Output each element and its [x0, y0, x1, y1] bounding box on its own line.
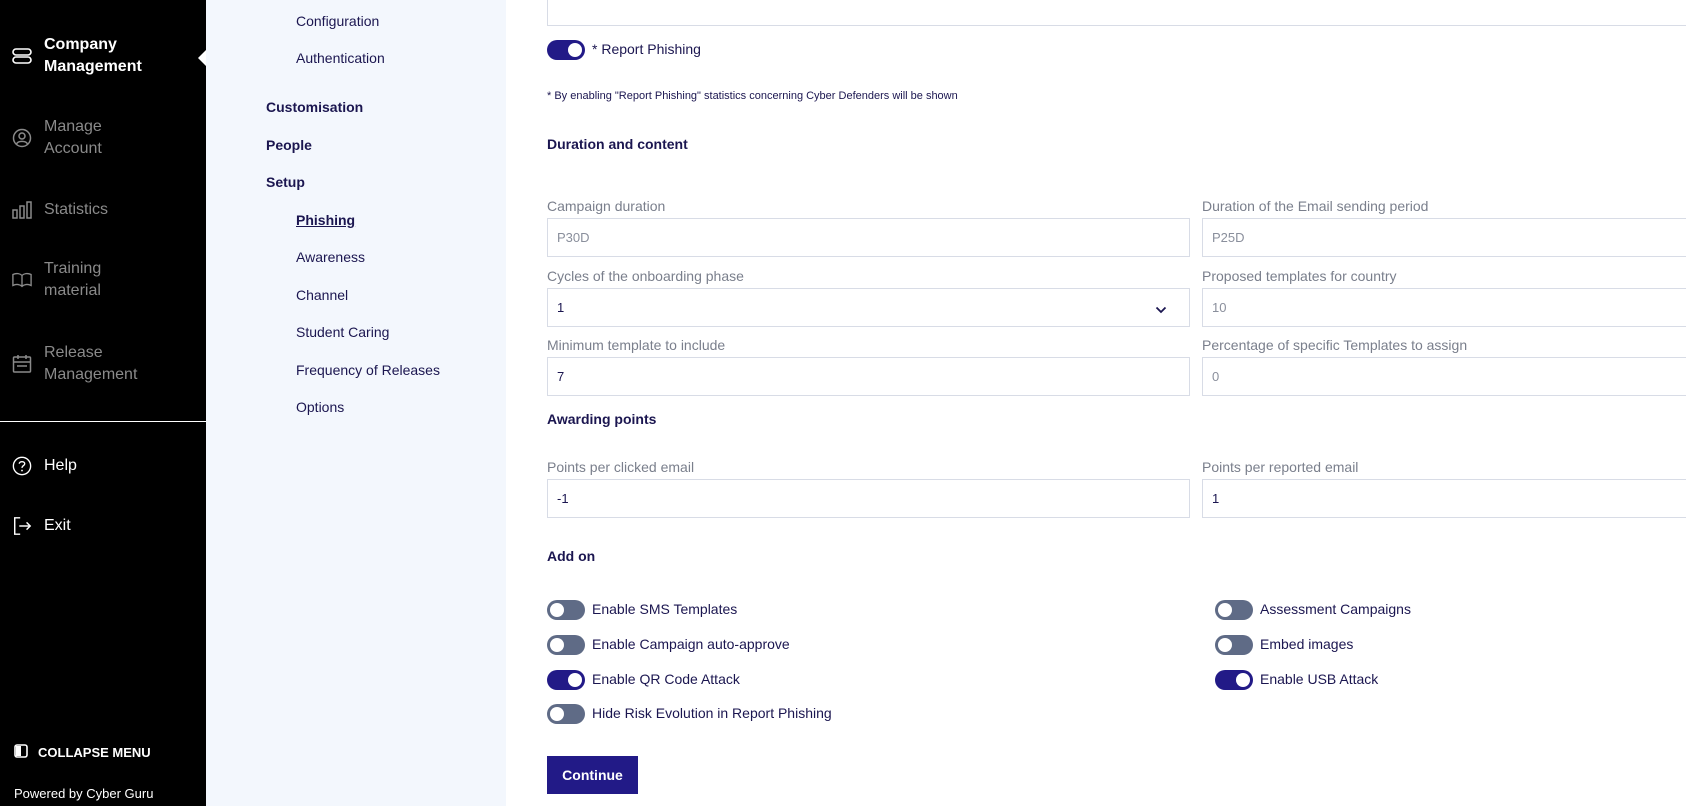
submenu-item-configuration[interactable]: Configuration — [296, 13, 379, 29]
qr-code-attack-label: Enable QR Code Attack — [592, 671, 740, 687]
nav-item-training-material[interactable]: Training material — [0, 258, 206, 302]
usb-attack-toggle[interactable] — [1215, 670, 1253, 690]
book-icon — [12, 270, 32, 290]
awarding-points-title: Awarding points — [547, 411, 657, 427]
report-phishing-note: * By enabling "Report Phishing" statisti… — [547, 90, 958, 102]
submenu-item-awareness[interactable]: Awareness — [296, 249, 365, 265]
nav-divider — [0, 421, 206, 422]
onboarding-cycles-value: 1 — [557, 300, 565, 315]
embed-images-toggle[interactable] — [1215, 635, 1253, 655]
powered-by: Powered by Cyber Guru — [14, 786, 154, 801]
hide-risk-evolution-label: Hide Risk Evolution in Report Phishing — [592, 705, 832, 721]
assessment-campaigns-label: Assessment Campaigns — [1260, 601, 1411, 617]
nav-label: Help — [44, 457, 77, 474]
calendar-icon — [12, 354, 32, 374]
points-clicked-label: Points per clicked email — [547, 459, 695, 475]
nav-item-help[interactable]: Help — [0, 455, 206, 477]
continue-button[interactable]: Continue — [547, 756, 638, 794]
usb-attack-label: Enable USB Attack — [1260, 671, 1379, 687]
email-period-field[interactable]: P25D — [1202, 218, 1686, 257]
campaign-duration-label: Campaign duration — [547, 198, 666, 214]
sidebar-toggle-icon — [14, 744, 28, 761]
submenu-item-setup[interactable]: Setup — [266, 174, 305, 190]
nav-label: Training material — [44, 260, 102, 299]
submenu-item-options[interactable]: Options — [296, 399, 344, 415]
min-template-field[interactable]: 7 — [547, 357, 1190, 396]
campaign-auto-approve-toggle[interactable] — [547, 635, 585, 655]
onboarding-cycles-label: Cycles of the onboarding phase — [547, 268, 744, 284]
nav-item-release-management[interactable]: Release Management — [0, 342, 206, 386]
main-nav: Company Management Manage Account Statis… — [0, 0, 206, 806]
hide-risk-evolution-toggle[interactable] — [547, 704, 585, 724]
collapse-menu-button[interactable]: COLLAPSE MENU — [14, 744, 151, 761]
submenu-item-customisation[interactable]: Customisation — [266, 99, 363, 115]
nav-label: Manage Account — [44, 118, 102, 157]
points-clicked-field[interactable]: -1 — [547, 479, 1190, 518]
nav-label: Release Management — [44, 344, 138, 383]
chevron-down-icon — [1155, 302, 1167, 317]
submenu-item-frequency-of-releases[interactable]: Frequency of Releases — [296, 362, 440, 378]
bar-chart-icon — [12, 200, 32, 220]
nav-item-manage-account[interactable]: Manage Account — [0, 116, 206, 160]
nav-item-exit[interactable]: Exit — [0, 515, 206, 537]
proposed-templates-label: Proposed templates for country — [1202, 268, 1397, 284]
assessment-campaigns-toggle[interactable] — [1215, 600, 1253, 620]
nav-item-company-management[interactable]: Company Management — [0, 34, 206, 78]
report-phishing-toggle[interactable] — [547, 40, 585, 60]
nav-label: Exit — [44, 517, 71, 534]
submenu-item-people[interactable]: People — [266, 137, 312, 153]
onboarding-cycles-select[interactable]: 1 — [547, 288, 1190, 327]
proposed-templates-field[interactable]: 10 — [1202, 288, 1686, 327]
points-reported-field[interactable]: 1 — [1202, 479, 1686, 518]
sms-templates-label: Enable SMS Templates — [592, 601, 738, 617]
report-phishing-label: * Report Phishing — [592, 41, 701, 57]
addon-section-title: Add on — [547, 548, 596, 564]
help-icon — [12, 456, 32, 476]
nav-label: Company Management — [44, 36, 142, 75]
pct-specific-field[interactable]: 0 — [1202, 357, 1686, 396]
submenu-item-phishing[interactable]: Phishing — [296, 212, 355, 228]
submenu-item-authentication[interactable]: Authentication — [296, 50, 385, 66]
embed-images-label: Embed images — [1260, 636, 1354, 652]
qr-code-attack-toggle[interactable] — [547, 670, 585, 690]
submenu-item-channel[interactable]: Channel — [296, 287, 348, 303]
campaign-duration-field[interactable]: P30D — [547, 218, 1190, 257]
layers-icon — [12, 46, 32, 66]
campaign-auto-approve-label: Enable Campaign auto-approve — [592, 636, 790, 652]
settings-submenu: Configuration Authentication Customisati… — [206, 0, 506, 806]
min-template-label: Minimum template to include — [547, 337, 726, 353]
collapse-menu-label: COLLAPSE MENU — [38, 745, 151, 760]
user-circle-icon — [12, 128, 32, 148]
nav-label: Statistics — [44, 201, 109, 218]
nav-item-statistics[interactable]: Statistics — [0, 199, 206, 221]
duration-section-title: Duration and content — [547, 136, 688, 152]
points-reported-label: Points per reported email — [1202, 459, 1359, 475]
email-period-label: Duration of the Email sending period — [1202, 198, 1429, 214]
pct-specific-label: Percentage of specific Templates to assi… — [1202, 337, 1468, 353]
phishing-settings-form: * Report Phishing * By enabling "Report … — [506, 0, 1686, 806]
active-indicator — [198, 50, 206, 66]
submenu-item-student-caring[interactable]: Student Caring — [296, 324, 389, 340]
sms-templates-toggle[interactable] — [547, 600, 585, 620]
exit-icon — [12, 516, 32, 536]
text-field-partial[interactable] — [547, 0, 1686, 26]
